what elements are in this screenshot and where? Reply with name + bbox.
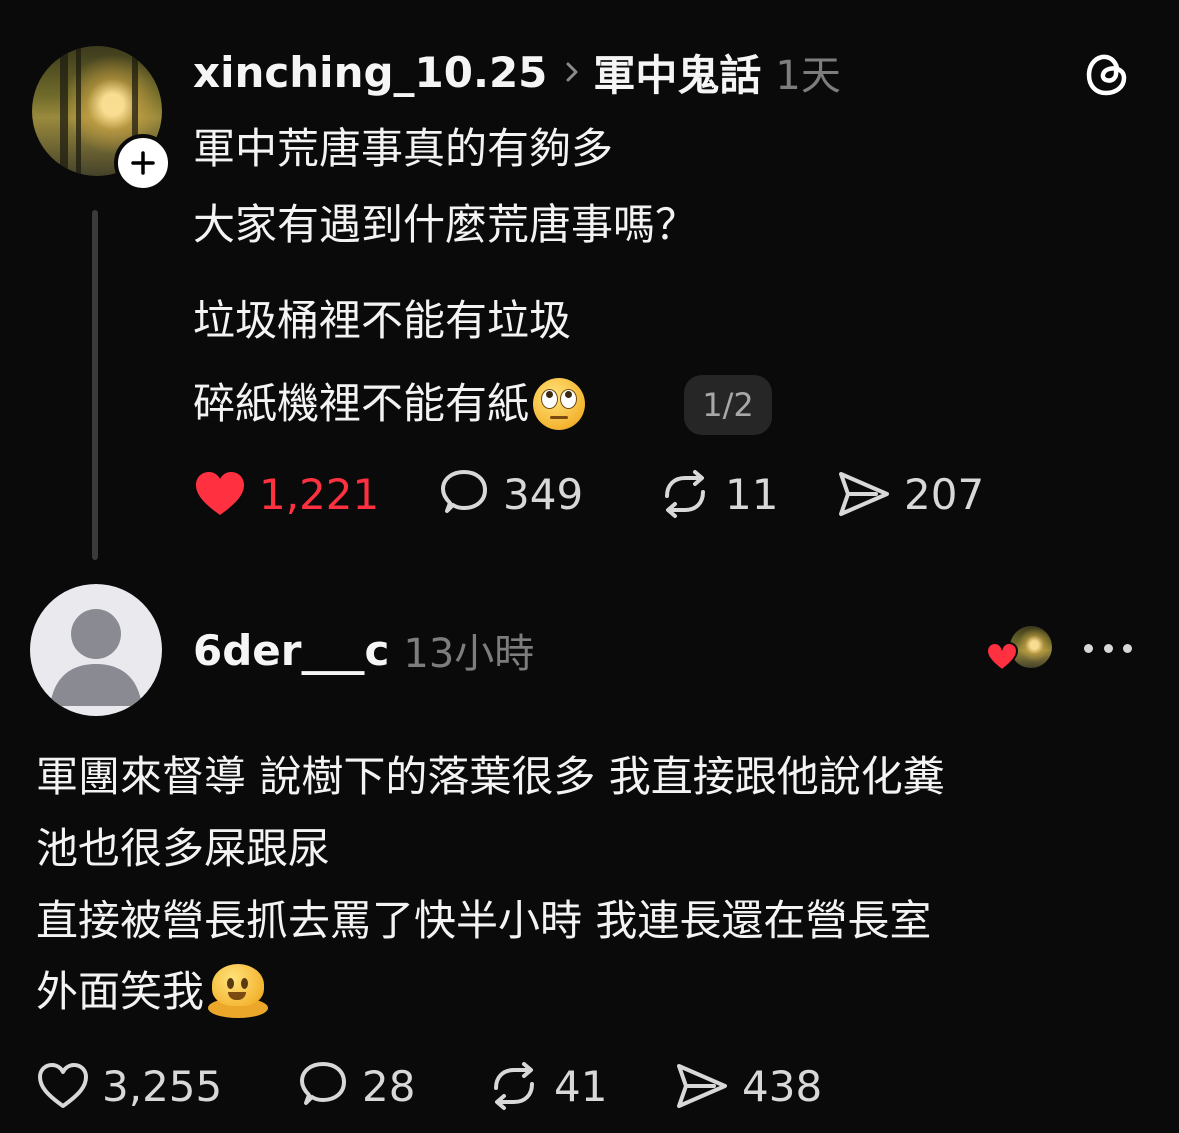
- reply-body-last-line: 外面笑我: [36, 962, 269, 1022]
- post-body-line: 軍中荒唐事真的有夠多: [193, 124, 614, 173]
- community-name[interactable]: 軍中鬼話: [593, 42, 761, 103]
- reply-header: 6der___c 13小時: [193, 618, 534, 682]
- reply-repost-count: 41: [554, 1061, 608, 1111]
- reply-username[interactable]: 6der___c: [193, 626, 389, 675]
- reply-body-line: 直接被營長抓去罵了快半小時 我連長還在營長室: [36, 896, 932, 945]
- post-time: 1天: [775, 53, 841, 99]
- comment-bubble-icon: [300, 1062, 346, 1105]
- post-username[interactable]: xinching_10.25: [193, 48, 547, 97]
- post-body-line: 大家有遇到什麼荒唐事嗎？: [193, 200, 698, 249]
- chevron-right-icon: [565, 61, 579, 83]
- heart-filled-icon: [196, 472, 244, 515]
- reply-repost-button[interactable]: 41: [486, 1058, 607, 1114]
- reply-body-line: 軍團來督導 說樹下的落葉很多 我直接跟他說化糞: [36, 752, 945, 801]
- repost-button[interactable]: 11: [657, 466, 778, 522]
- follow-plus-button[interactable]: [114, 134, 172, 192]
- comment-count: 349: [503, 469, 584, 519]
- liked-by-author-indicator: [985, 623, 1057, 677]
- post-header: xinching_10.25 軍中鬼話 1天: [193, 40, 841, 104]
- rolling-eyes-emoji-icon: [533, 378, 586, 430]
- reply-like-count: 3,255: [102, 1061, 223, 1111]
- send-icon: [677, 1064, 727, 1108]
- plus-icon: [131, 151, 155, 175]
- post-body-line: 碎紙機裡不能有紙: [193, 379, 530, 428]
- repost-icon: [665, 470, 705, 518]
- reply-avatar[interactable]: [30, 584, 162, 716]
- post-body-line: 垃圾桶裡不能有垃圾: [193, 296, 572, 345]
- default-user-icon: [50, 609, 142, 706]
- media-pager-badge: 1/2: [684, 375, 772, 435]
- share-count: 207: [904, 469, 985, 519]
- repost-count: 11: [725, 469, 779, 519]
- send-icon: [839, 472, 889, 516]
- comment-button[interactable]: 349: [437, 466, 583, 522]
- thread-connector-line: [92, 210, 98, 560]
- comment-bubble-icon: [441, 470, 487, 513]
- like-count: 1,221: [259, 469, 380, 519]
- like-button[interactable]: 1,221: [193, 466, 379, 522]
- reply-comment-count: 28: [362, 1061, 416, 1111]
- reply-share-button[interactable]: 438: [674, 1058, 822, 1114]
- reply-comment-button[interactable]: 28: [296, 1058, 415, 1114]
- melting-face-emoji-icon: [208, 964, 269, 1020]
- reply-like-button[interactable]: 3,255: [36, 1058, 222, 1114]
- threads-logo-icon[interactable]: [1082, 48, 1134, 100]
- heart-outline-icon: [38, 1063, 88, 1108]
- reply-body-line: 外面笑我: [36, 967, 205, 1016]
- reply-body-line: 池也很多屎跟尿: [36, 824, 331, 873]
- more-options-icon[interactable]: [1084, 640, 1132, 656]
- heart-filled-icon: [985, 641, 1019, 672]
- repost-icon: [494, 1062, 534, 1110]
- share-button[interactable]: 207: [836, 466, 984, 522]
- reply-share-count: 438: [742, 1061, 823, 1111]
- post-body-last-line: 碎紙機裡不能有紙: [193, 376, 586, 432]
- reply-time: 13小時: [403, 631, 535, 677]
